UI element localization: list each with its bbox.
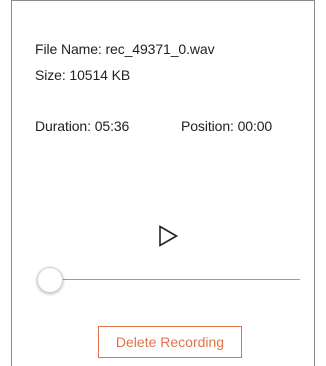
- seek-slider-thumb[interactable]: [37, 267, 63, 293]
- play-button[interactable]: [156, 224, 180, 248]
- position-label: Position: 00:00: [181, 118, 273, 134]
- play-icon: [156, 224, 180, 248]
- delete-recording-button[interactable]: Delete Recording: [98, 326, 242, 358]
- seek-slider[interactable]: [37, 267, 300, 293]
- file-name-label: File Name: rec_49371_0.wav: [35, 41, 215, 57]
- file-size-label: Size: 10514 KB: [35, 67, 131, 83]
- frame-border-top: [11, 0, 315, 1]
- frame-border-right: [314, 0, 315, 366]
- recording-detail-screen: File Name: rec_49371_0.wav Size: 10514 K…: [0, 0, 326, 366]
- frame-border-left: [11, 0, 12, 366]
- seek-slider-track: [38, 279, 300, 280]
- duration-label: Duration: 05:36: [35, 118, 130, 134]
